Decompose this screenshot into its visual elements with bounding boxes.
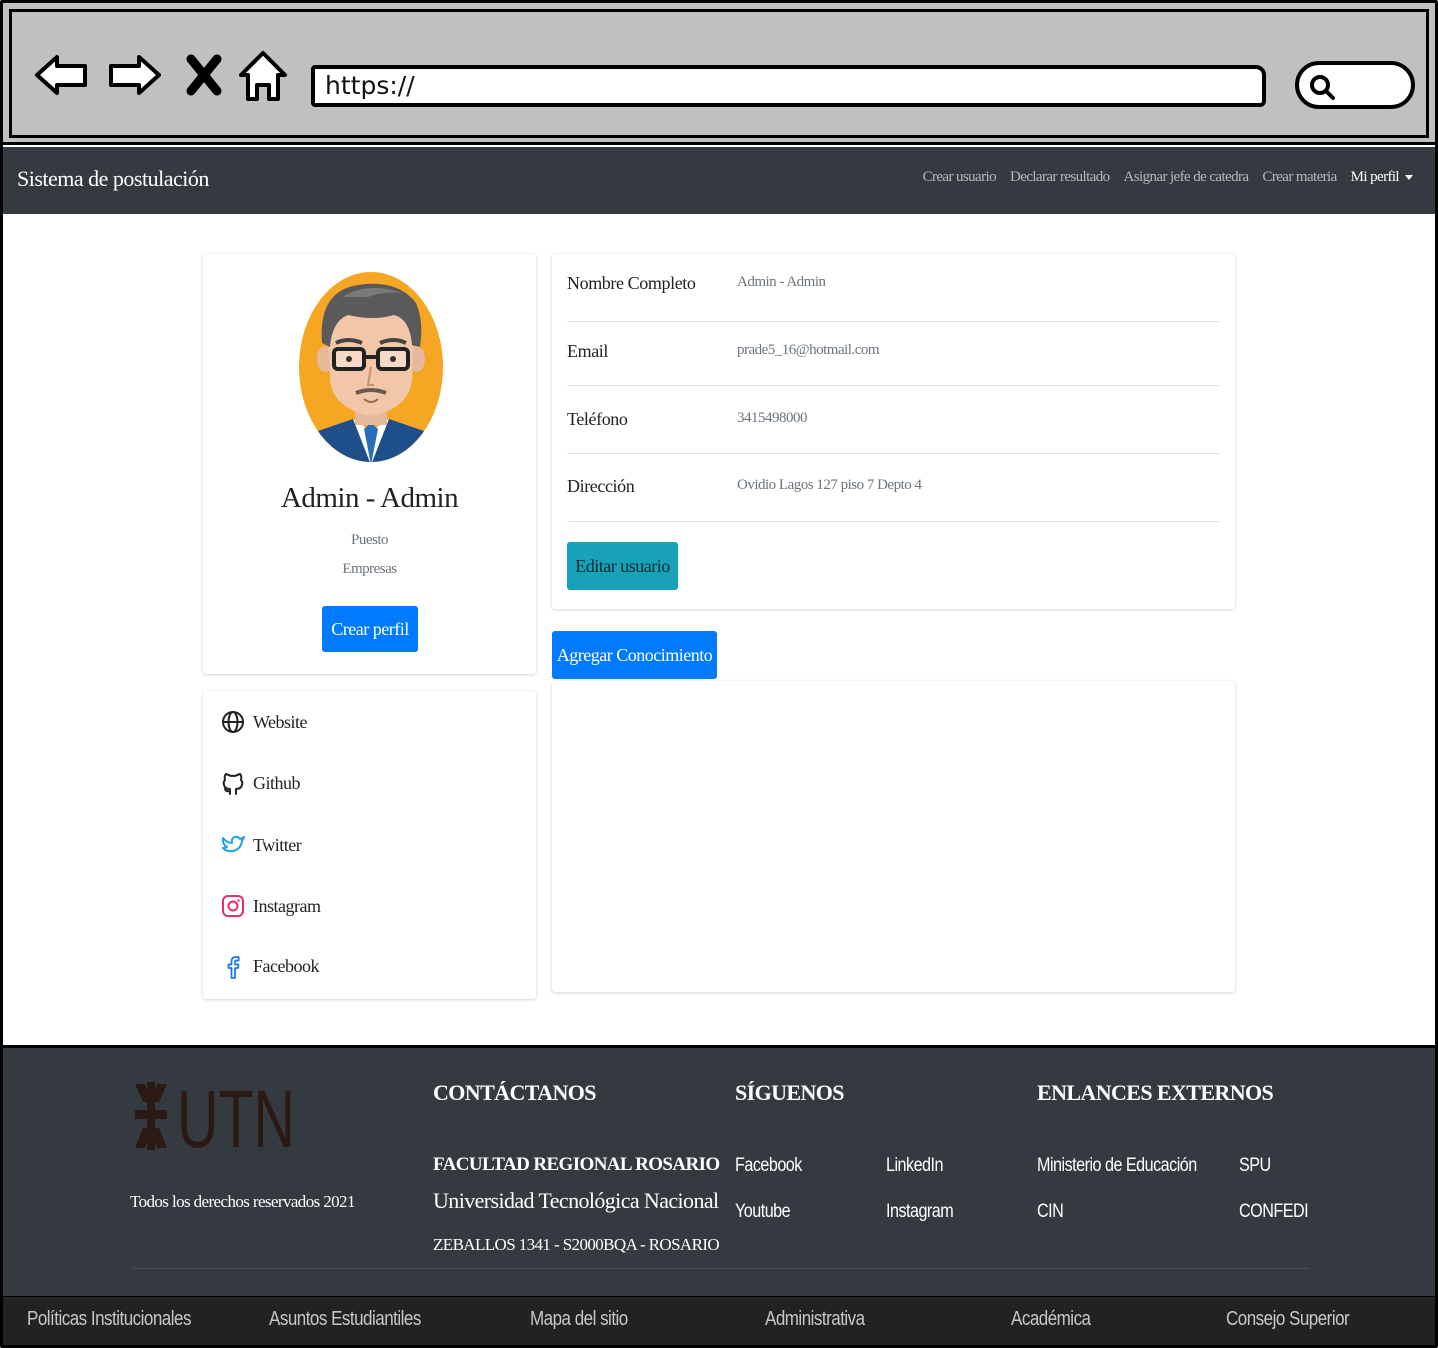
social-item-facebook[interactable]: Facebook bbox=[221, 953, 319, 979]
top-navbar: Sistema de postulación Crear usuario Dec… bbox=[3, 147, 1435, 214]
footer-link-youtube[interactable]: Youtube bbox=[735, 1201, 791, 1223]
detail-value: 3415498000 bbox=[737, 410, 808, 426]
browser-search-box[interactable] bbox=[1295, 61, 1415, 109]
create-profile-button[interactable]: Crear perfil bbox=[322, 606, 418, 652]
bottom-link-asuntos[interactable]: Asuntos Estudiantiles bbox=[269, 1308, 421, 1331]
footer-faculty: FACULTAD REGIONAL ROSARIO bbox=[433, 1154, 720, 1175]
footer-link-instagram[interactable]: Instagram bbox=[886, 1201, 954, 1223]
knowledge-list-card bbox=[552, 681, 1235, 992]
footer-link-confedi[interactable]: CONFEDI bbox=[1239, 1201, 1309, 1223]
nav-link-asignar-jefe[interactable]: Asignar jefe de catedra bbox=[1124, 169, 1249, 186]
social-item-github[interactable]: Github bbox=[221, 770, 301, 796]
bottom-link-politicas[interactable]: Políticas Institucionales bbox=[27, 1308, 191, 1331]
detail-label: Dirección bbox=[567, 476, 635, 496]
social-label-facebook: Facebook bbox=[253, 955, 319, 976]
social-label-website: Website bbox=[253, 711, 308, 732]
footer-heading-contact: CONTÁCTANOS bbox=[433, 1080, 597, 1105]
facebook-icon bbox=[221, 953, 245, 979]
github-icon bbox=[221, 770, 245, 796]
detail-label: Teléfono bbox=[567, 409, 628, 429]
footer-divider bbox=[133, 1268, 1308, 1269]
social-item-website[interactable]: Website bbox=[221, 709, 308, 735]
profile-dropdown-label: Mi perfil bbox=[1350, 169, 1400, 185]
footer-heading-follow: SÍGUENOS bbox=[735, 1080, 845, 1105]
detail-row-nombre: Nombre Completo Admin - Admin bbox=[567, 254, 1220, 322]
footer-link-ministerio[interactable]: Ministerio de Educación bbox=[1037, 1155, 1197, 1177]
footer-rights-text: Todos los derechos reservados 2021 bbox=[130, 1192, 355, 1211]
detail-value: prade5_16@hotmail.com bbox=[737, 342, 880, 358]
nav-link-crear-materia[interactable]: Crear materia bbox=[1262, 169, 1337, 186]
navbar-brand[interactable]: Sistema de postulación bbox=[17, 166, 209, 192]
add-knowledge-button[interactable]: Agregar Conocimiento bbox=[552, 631, 717, 679]
detail-row-email: Email prade5_16@hotmail.com bbox=[567, 318, 1220, 386]
bottom-link-administrativa[interactable]: Administrativa bbox=[765, 1308, 865, 1331]
twitter-icon bbox=[221, 832, 245, 858]
profile-name: Admin - Admin bbox=[280, 482, 459, 514]
address-bar-text: https:// bbox=[325, 71, 415, 100]
social-item-twitter[interactable]: Twitter bbox=[221, 832, 302, 858]
footer-address: ZEBALLOS 1341 - S2000BQA - ROSARIO bbox=[433, 1235, 720, 1254]
address-bar[interactable]: https:// bbox=[311, 65, 1266, 107]
nav-link-declarar-resultado[interactable]: Declarar resultado bbox=[1010, 169, 1110, 186]
footer-link-linkedin[interactable]: LinkedIn bbox=[886, 1155, 944, 1177]
edit-user-button[interactable]: Editar usuario bbox=[567, 542, 678, 590]
svg-text:UTN: UTN bbox=[177, 1080, 295, 1152]
close-x-icon[interactable] bbox=[179, 45, 229, 105]
detail-value: Admin - Admin bbox=[737, 274, 826, 290]
detail-label: Email bbox=[567, 341, 608, 361]
profile-company: Empresas bbox=[342, 561, 397, 577]
social-label-github: Github bbox=[253, 772, 301, 793]
avatar bbox=[298, 271, 444, 465]
back-arrow-icon[interactable] bbox=[31, 45, 91, 105]
profile-dropdown[interactable]: Mi perfil bbox=[1351, 169, 1413, 186]
social-label-instagram: Instagram bbox=[253, 895, 321, 916]
footer-university: Universidad Tecnológica Nacional bbox=[433, 1188, 719, 1213]
caret-down-icon bbox=[1405, 175, 1413, 181]
footer-link-spu[interactable]: SPU bbox=[1239, 1155, 1271, 1177]
browser-chrome: https:// bbox=[3, 3, 1435, 145]
social-links-card: Website Github Twitter Instagram Faceboo… bbox=[203, 691, 536, 999]
bottom-link-academica[interactable]: Académica bbox=[1011, 1308, 1091, 1331]
search-icon bbox=[1310, 75, 1335, 100]
utn-logo: UTN bbox=[133, 1074, 299, 1165]
footer-link-cin[interactable]: CIN bbox=[1037, 1201, 1064, 1223]
footer-bottom-bar: Políticas Institucionales Asuntos Estudi… bbox=[3, 1296, 1435, 1345]
detail-row-direccion: Dirección Ovidio Lagos 127 piso 7 Depto … bbox=[567, 454, 1220, 522]
footer-link-facebook[interactable]: Facebook bbox=[735, 1155, 802, 1177]
forward-arrow-icon[interactable] bbox=[105, 45, 165, 105]
profile-card: Admin - Admin Puesto Empresas Crear perf… bbox=[203, 254, 536, 674]
navbar-links: Crear usuario Declarar resultado Asignar… bbox=[923, 169, 1413, 186]
instagram-icon bbox=[221, 893, 245, 919]
footer-heading-external: ENLANCES EXTERNOS bbox=[1037, 1080, 1274, 1105]
profile-position: Puesto bbox=[350, 532, 389, 548]
home-icon[interactable] bbox=[233, 45, 293, 105]
detail-value: Ovidio Lagos 127 piso 7 Depto 4 bbox=[737, 477, 922, 493]
bottom-link-mapa[interactable]: Mapa del sitio bbox=[530, 1308, 628, 1331]
social-item-instagram[interactable]: Instagram bbox=[221, 893, 321, 919]
bottom-link-consejo[interactable]: Consejo Superior bbox=[1226, 1308, 1350, 1331]
globe-icon bbox=[221, 709, 245, 735]
nav-link-crear-usuario[interactable]: Crear usuario bbox=[923, 169, 997, 186]
detail-label: Nombre Completo bbox=[567, 273, 696, 293]
social-label-twitter: Twitter bbox=[253, 834, 302, 855]
user-details-card: Nombre Completo Admin - Admin Email prad… bbox=[552, 254, 1235, 609]
detail-row-telefono: Teléfono 3415498000 bbox=[567, 386, 1220, 454]
site-footer: UTN Todos los derechos reservados 2021 C… bbox=[3, 1045, 1435, 1296]
